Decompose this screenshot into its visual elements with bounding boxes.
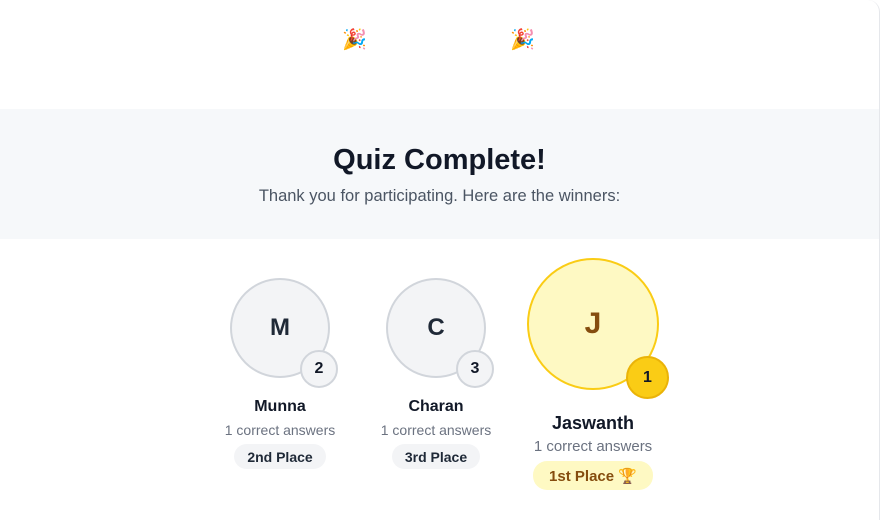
winner-score: 1 correct answers [533, 438, 653, 455]
winner-second-place: M 2 Munna 1 correct answers 2nd Place [210, 278, 350, 478]
winner-score: 1 correct answers [380, 422, 492, 438]
place-badge-trophy: 1st Place 🏆 [533, 461, 653, 490]
winner-first-place: J 1 Jaswanth 1 correct answers 1st Place… [513, 258, 673, 498]
rank-badge: 1 [626, 356, 669, 399]
winner-name: Munna [254, 398, 306, 415]
party-popper-icon: 🎉 [510, 29, 535, 51]
rank-badge: 3 [456, 350, 494, 388]
page-title: Quiz Complete! [333, 144, 546, 176]
party-popper-icon: 🎉 [342, 29, 367, 51]
place-badge: 3rd Place [392, 444, 480, 469]
winner-third-place: C 3 Charan 1 correct answers 3rd Place [366, 278, 506, 478]
results-card: 🎉 🎉 Quiz Complete! Thank you for partici… [0, 0, 880, 520]
winner-score: 1 correct answers [224, 422, 336, 438]
winner-name: Charan [408, 398, 464, 415]
winner-name: Jaswanth [551, 413, 635, 433]
place-badge: 2nd Place [234, 444, 326, 469]
rank-badge: 2 [300, 350, 338, 388]
page-subtitle: Thank you for participating. Here are th… [258, 187, 621, 205]
